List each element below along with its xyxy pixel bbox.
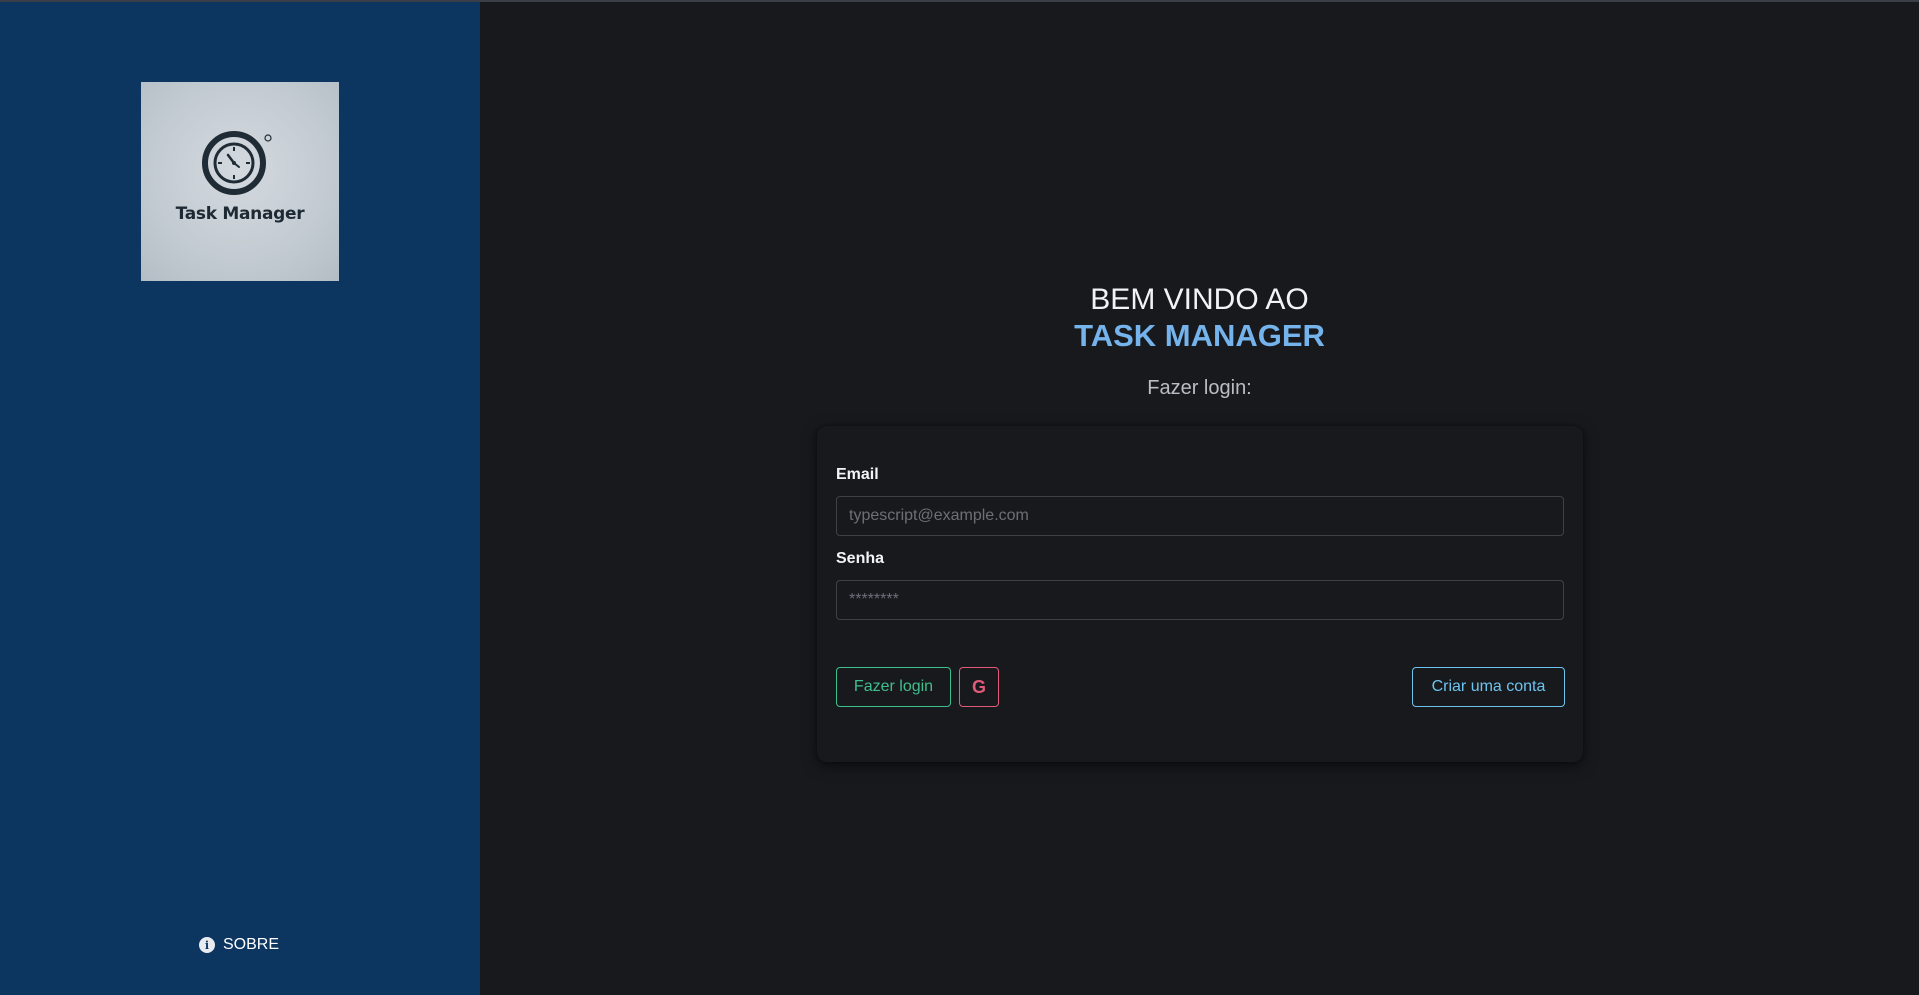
password-label: Senha (836, 550, 885, 567)
app-logo: Task Manager (141, 82, 339, 281)
logo-text: Task Manager (175, 204, 305, 224)
email-field[interactable] (836, 496, 1564, 536)
sobre-link[interactable]: i SOBRE (199, 934, 279, 956)
clock-icon (202, 131, 272, 195)
password-field[interactable] (836, 580, 1564, 620)
google-icon: G (971, 676, 986, 697)
info-icon: i (199, 937, 215, 953)
brand-heading: TASK MANAGER (1074, 318, 1325, 353)
sidebar: Task Manager i SOBRE (0, 2, 480, 995)
sobre-label: SOBRE (223, 936, 280, 953)
email-label: Email (836, 466, 879, 483)
login-subtitle: Fazer login: (1147, 377, 1252, 399)
main-content: BEM VINDO AO TASK MANAGER Fazer login: E… (480, 2, 1919, 995)
login-card: Email Senha Fazer login G Criar uma cont… (817, 426, 1583, 762)
google-login-button[interactable]: G (959, 667, 999, 707)
welcome-heading: BEM VINDO AO (1090, 283, 1309, 316)
login-button[interactable]: Fazer login (836, 667, 951, 707)
create-account-button[interactable]: Criar uma conta (1412, 667, 1565, 707)
